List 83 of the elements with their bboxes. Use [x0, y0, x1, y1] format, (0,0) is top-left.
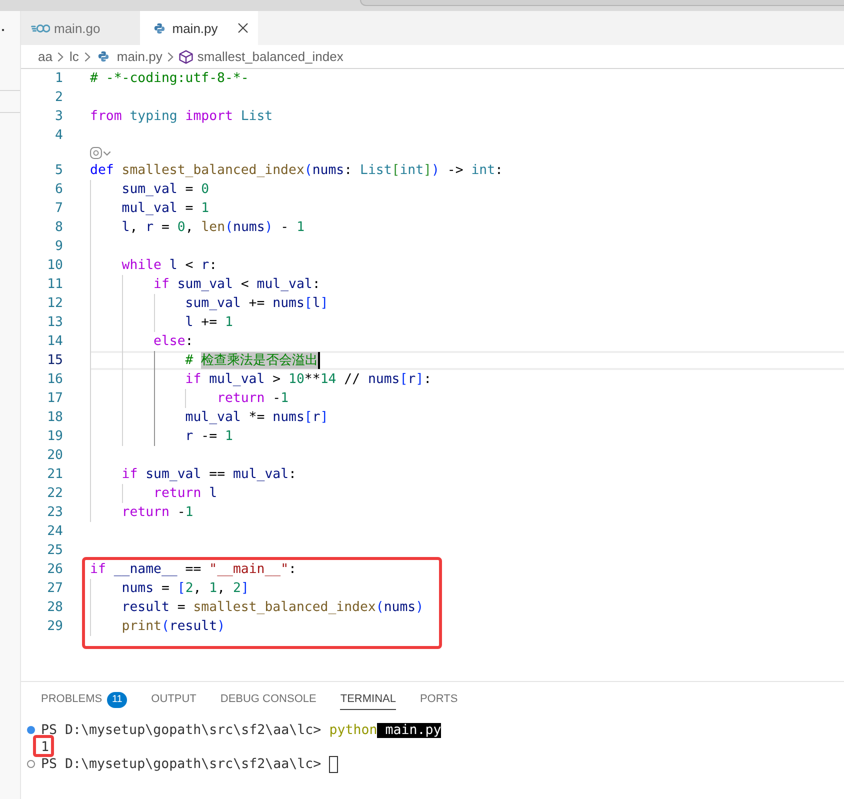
text-cursor: [318, 352, 320, 369]
code-line: from typing import List: [90, 109, 273, 124]
chevron-down-icon[interactable]: [103, 150, 111, 156]
line-number: 28: [46, 599, 64, 617]
text-selection: 检查乘法是否会溢出: [201, 352, 318, 369]
count-badge: 11: [107, 692, 128, 708]
text-selection: main.py: [377, 723, 442, 738]
line-number: 10: [46, 257, 64, 275]
terminal-text: PS D:\mysetup\gopath\src\sf2\aa\lc>: [41, 757, 322, 772]
breadcrumb-item[interactable]: smallest_balanced_index: [179, 49, 344, 64]
code-line: result = smallest_balanced_index(nums): [122, 600, 424, 615]
code-line: print(result): [122, 619, 226, 634]
panel-tab[interactable]: TERMINAL: [340, 689, 396, 710]
panel-tab[interactable]: OUTPUT: [151, 689, 196, 710]
line-number: 6: [54, 181, 64, 199]
status-dot-icon[interactable]: [27, 726, 35, 734]
line-number: 14: [46, 333, 64, 351]
line-number: 13: [46, 314, 64, 332]
code-line: if mul_val > 10**14 // nums[r]:: [185, 372, 432, 387]
line-number: 21: [46, 466, 64, 484]
code-line: r -= 1: [185, 429, 233, 444]
code-line: #: [185, 353, 194, 368]
line-number: 27: [46, 580, 64, 598]
code-line: if sum_val == mul_val:: [122, 467, 296, 482]
line-number: 9: [54, 238, 64, 256]
code-line: nums = [2, 1, 2]: [122, 581, 249, 596]
line-number: 12: [46, 295, 64, 313]
line-number: 18: [46, 409, 64, 427]
code-line: sum_val = 0: [122, 182, 210, 197]
code-line: sum_val += nums[l]: [185, 296, 328, 311]
breadcrumb-item[interactable]: main.py: [96, 49, 162, 64]
line-number: 23: [46, 504, 64, 522]
panel-tab[interactable]: PORTS: [420, 689, 458, 710]
ring-icon[interactable]: [90, 147, 102, 159]
line-number: 24: [46, 523, 64, 541]
breadcrumb-item[interactable]: lc: [69, 49, 79, 64]
python-file-icon: [154, 22, 166, 34]
code-line: mul_val *= nums[r]: [185, 410, 328, 425]
line-number: 15: [46, 352, 64, 370]
circle-icon[interactable]: [27, 760, 35, 768]
chevron-right-icon: [84, 52, 91, 62]
go-file-icon: [31, 24, 50, 32]
code-line: return -1: [217, 391, 289, 406]
line-number: 20: [46, 447, 64, 465]
line-number: 3: [54, 108, 64, 126]
line-number: 26: [46, 561, 64, 579]
line-number: 7: [54, 200, 64, 218]
code-line: return l: [154, 486, 218, 501]
code-line: else:: [154, 334, 194, 349]
line-number: 16: [46, 371, 64, 389]
line-number: 4: [54, 127, 64, 145]
editor-tab[interactable]: main.go: [21, 11, 140, 45]
python-file-icon: [98, 51, 109, 62]
line-number: 22: [46, 485, 64, 503]
command-center-field[interactable]: [360, 0, 844, 6]
code-line: if sum_val < mul_val:: [154, 277, 320, 292]
code-line: l, r = 0, len(nums) - 1: [122, 220, 305, 235]
cube-icon: [179, 50, 194, 64]
line-number: 2: [54, 89, 64, 107]
code-line: while l < r:: [122, 258, 218, 273]
chevron-right-icon: [57, 52, 64, 62]
editor-tab[interactable]: main.py: [140, 11, 258, 45]
code-line: return -1: [122, 505, 194, 520]
line-number: 19: [46, 428, 64, 446]
close-icon[interactable]: [238, 23, 248, 33]
line-number: 17: [46, 390, 64, 408]
terminal-text: 1: [41, 740, 50, 755]
chevron-right-icon: [167, 52, 174, 62]
line-number: 8: [54, 219, 64, 237]
code-line: l += 1: [185, 315, 233, 330]
code-line: def smallest_balanced_index(nums: List[int]) -> int:: [90, 163, 503, 178]
code-line: # -*-coding:utf-8-*-: [90, 71, 249, 86]
line-number: 29: [46, 618, 64, 636]
code-line: if __name__ == "__main__":: [90, 562, 296, 577]
panel-tab[interactable]: PROBLEMS 11: [41, 688, 128, 712]
line-number: 11: [46, 276, 64, 294]
terminal-text: PS D:\mysetup\gopath\src\sf2\aa\lc> python: [41, 723, 378, 738]
line-number: 5: [54, 162, 64, 180]
breadcrumb-item[interactable]: aa: [38, 49, 52, 64]
line-number: 25: [46, 542, 64, 560]
line-number: 1: [54, 70, 64, 88]
panel-tab[interactable]: DEBUG CONSOLE: [220, 689, 316, 710]
code-line: mul_val = 1: [122, 201, 210, 216]
